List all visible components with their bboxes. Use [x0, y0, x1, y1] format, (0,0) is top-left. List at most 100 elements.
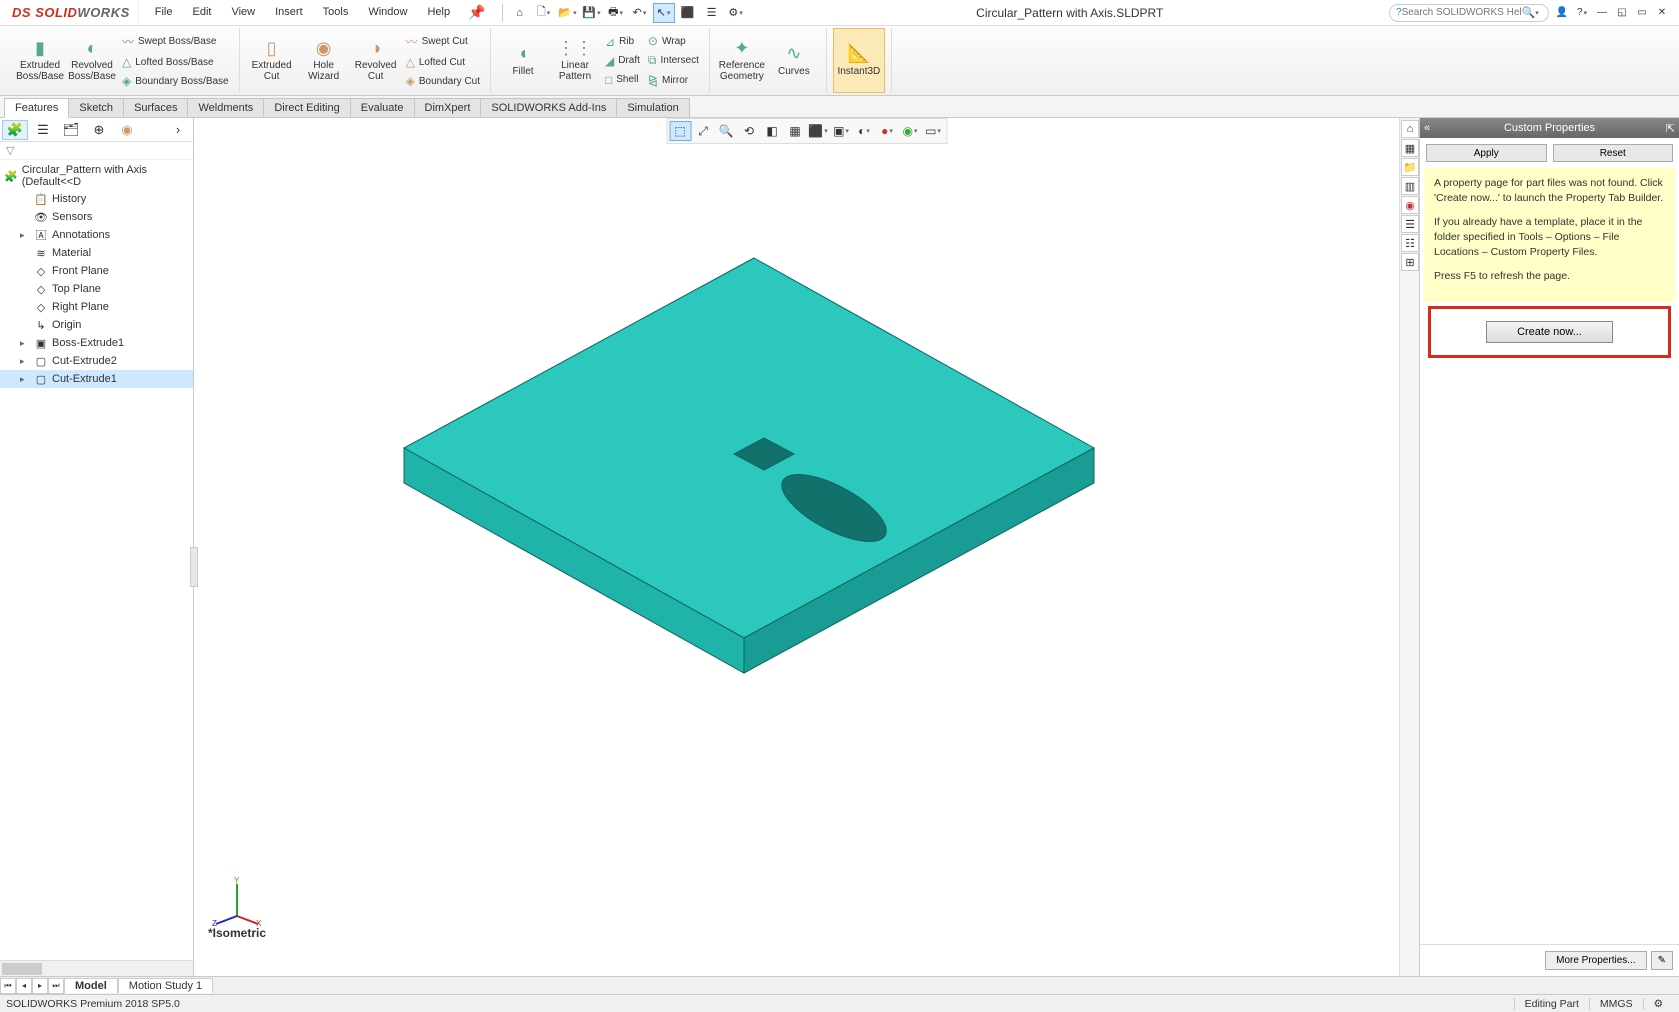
restore-icon[interactable]: ▭ — [1633, 5, 1651, 21]
draft-button[interactable]: ◢Draft — [601, 52, 644, 70]
tree-item[interactable]: ≋Material — [0, 244, 193, 262]
revolved-boss-button[interactable]: ◐Revolved Boss/Base — [66, 28, 118, 93]
design-library-icon[interactable]: ▦ — [1401, 139, 1419, 157]
tree-item[interactable]: 👁Sensors — [0, 208, 193, 226]
rebuild-icon[interactable]: ⬛ — [677, 3, 699, 23]
tree-item[interactable]: ◇Top Plane — [0, 280, 193, 298]
expand-icon[interactable]: ▸ — [20, 356, 30, 367]
tab-simulation[interactable]: Simulation — [616, 98, 689, 117]
hide-show-icon[interactable]: ◐ — [853, 121, 875, 141]
help-search[interactable]: ? 🔍 ▾ — [1389, 4, 1549, 22]
search-input[interactable] — [1402, 7, 1522, 18]
view-orientation-icon[interactable]: ⬛ — [807, 121, 829, 141]
linear-pattern-button[interactable]: ⋮⋮Linear Pattern — [549, 28, 601, 93]
status-custom-icon[interactable]: ⚙ — [1643, 998, 1673, 1010]
instant3d-button[interactable]: 📐Instant3D — [833, 28, 885, 93]
collapse-pane-icon[interactable]: « — [1424, 122, 1430, 134]
view-settings-icon[interactable]: ▭ — [922, 121, 944, 141]
boundary-boss-button[interactable]: ◈Boundary Boss/Base — [118, 72, 233, 90]
menu-view[interactable]: View — [223, 4, 263, 21]
panel-splitter[interactable] — [190, 547, 198, 587]
scene-icon[interactable]: ● — [876, 121, 898, 141]
menu-insert[interactable]: Insert — [267, 4, 311, 21]
print-icon[interactable]: 🖶 — [605, 3, 627, 23]
tab-weldments[interactable]: Weldments — [187, 98, 264, 117]
swept-cut-button[interactable]: 〰Swept Cut — [402, 31, 484, 52]
user-icon[interactable]: 👤 — [1553, 5, 1571, 21]
section-view-icon[interactable]: ◧ — [761, 121, 783, 141]
boundary-cut-button[interactable]: ◈Boundary Cut — [402, 72, 484, 90]
extruded-cut-button[interactable]: ▯Extruded Cut — [246, 28, 298, 93]
rib-button[interactable]: ⊿Rib — [601, 33, 644, 51]
zoom-area-icon[interactable]: 🔍 — [715, 121, 737, 141]
menu-edit[interactable]: Edit — [185, 4, 220, 21]
tab-dimxpert[interactable]: DimXpert — [414, 98, 482, 117]
reference-geometry-button[interactable]: ✦Reference Geometry — [716, 28, 768, 93]
file-explorer-icon[interactable]: 📁 — [1401, 158, 1419, 176]
tree-item[interactable]: ▸🄰Annotations — [0, 226, 193, 244]
custom-props-icon[interactable]: ☰ — [1401, 215, 1419, 233]
tree-root[interactable]: 🧩Circular_Pattern with Axis (Default<<D — [0, 162, 193, 190]
edit-list-button[interactable]: ✎ — [1651, 951, 1673, 970]
expand-icon[interactable]: ▸ — [20, 338, 30, 349]
zoom-fit-icon[interactable]: ⤢ — [692, 121, 714, 141]
status-units[interactable]: MMGS — [1589, 998, 1643, 1010]
extruded-boss-button[interactable]: ▮Extruded Boss/Base — [14, 28, 66, 93]
tab-evaluate[interactable]: Evaluate — [350, 98, 415, 117]
select-icon[interactable]: ↖ — [653, 3, 675, 23]
configuration-tab-icon[interactable]: 🗂 — [58, 120, 84, 140]
shell-button[interactable]: □Shell — [601, 71, 644, 89]
tab-sketch[interactable]: Sketch — [68, 98, 124, 117]
orientation-triad-icon[interactable]: Y X Z — [212, 876, 262, 926]
previous-view-icon[interactable]: ⟲ — [738, 121, 760, 141]
wrap-button[interactable]: ⊙Wrap — [644, 32, 703, 50]
misc-tab-icon[interactable]: ⊞ — [1401, 253, 1419, 271]
appearances-icon[interactable]: ◉ — [1401, 196, 1419, 214]
hole-wizard-button[interactable]: ◉Hole Wizard — [298, 28, 350, 93]
swept-boss-button[interactable]: 〰Swept Boss/Base — [118, 31, 233, 52]
home-icon[interactable]: ⌂ — [509, 3, 531, 23]
revolved-cut-button[interactable]: ◑Revolved Cut — [350, 28, 402, 93]
filter-bar[interactable]: ▽ — [0, 142, 193, 160]
menu-window[interactable]: Window — [360, 4, 415, 21]
undo-icon[interactable]: ↶ — [629, 3, 651, 23]
restore-child-icon[interactable]: ◱ — [1613, 5, 1631, 21]
motion-study-tab[interactable]: Motion Study 1 — [118, 978, 213, 993]
orientation-icon[interactable]: ⬚ — [669, 121, 691, 141]
apply-button[interactable]: Apply — [1426, 144, 1547, 162]
more-properties-button[interactable]: More Properties... — [1545, 951, 1646, 970]
settings-icon[interactable]: ⚙ — [725, 3, 747, 23]
reset-button[interactable]: Reset — [1553, 144, 1674, 162]
save-icon[interactable]: 💾 — [581, 3, 603, 23]
search-icon[interactable]: 🔍 — [1522, 6, 1536, 19]
tab-last-icon[interactable]: ⏭ — [48, 978, 64, 994]
create-now-button[interactable]: Create now... — [1486, 321, 1613, 343]
tree-item[interactable]: ◇Right Plane — [0, 298, 193, 316]
tab-addins[interactable]: SOLIDWORKS Add-Ins — [480, 98, 617, 117]
pin-pane-icon[interactable]: ⇱ — [1666, 122, 1675, 135]
lofted-cut-button[interactable]: △Lofted Cut — [402, 53, 484, 71]
menu-file[interactable]: File — [147, 4, 181, 21]
expand-icon[interactable]: ▸ — [20, 230, 30, 241]
view-palette-icon[interactable]: ▥ — [1401, 177, 1419, 195]
display-style-icon[interactable]: ▣ — [830, 121, 852, 141]
tab-prev-icon[interactable]: ◂ — [16, 978, 32, 994]
tree-item[interactable]: ▸▢Cut-Extrude1 — [0, 370, 193, 388]
fillet-button[interactable]: ◖Fillet — [497, 28, 549, 93]
help-dropdown-icon[interactable]: ? — [1573, 5, 1591, 21]
property-manager-tab-icon[interactable]: ☰ — [30, 120, 56, 140]
model-tab[interactable]: Model — [64, 978, 118, 993]
panel-expand-icon[interactable]: › — [165, 120, 191, 140]
tree-item[interactable]: ↳Origin — [0, 316, 193, 334]
dynamic-annotation-icon[interactable]: ▦ — [784, 121, 806, 141]
tab-direct-editing[interactable]: Direct Editing — [263, 98, 350, 117]
new-icon[interactable]: 🗋 — [533, 3, 555, 23]
home-tab-icon[interactable]: ⌂ — [1401, 120, 1419, 138]
tab-surfaces[interactable]: Surfaces — [123, 98, 188, 117]
appearance-icon[interactable]: ◉ — [899, 121, 921, 141]
open-icon[interactable]: 📂 — [557, 3, 579, 23]
mirror-button[interactable]: ⧎Mirror — [644, 71, 703, 89]
options-icon[interactable]: ☰ — [701, 3, 723, 23]
curves-button[interactable]: ∿Curves — [768, 28, 820, 93]
menu-tools[interactable]: Tools — [315, 4, 357, 21]
